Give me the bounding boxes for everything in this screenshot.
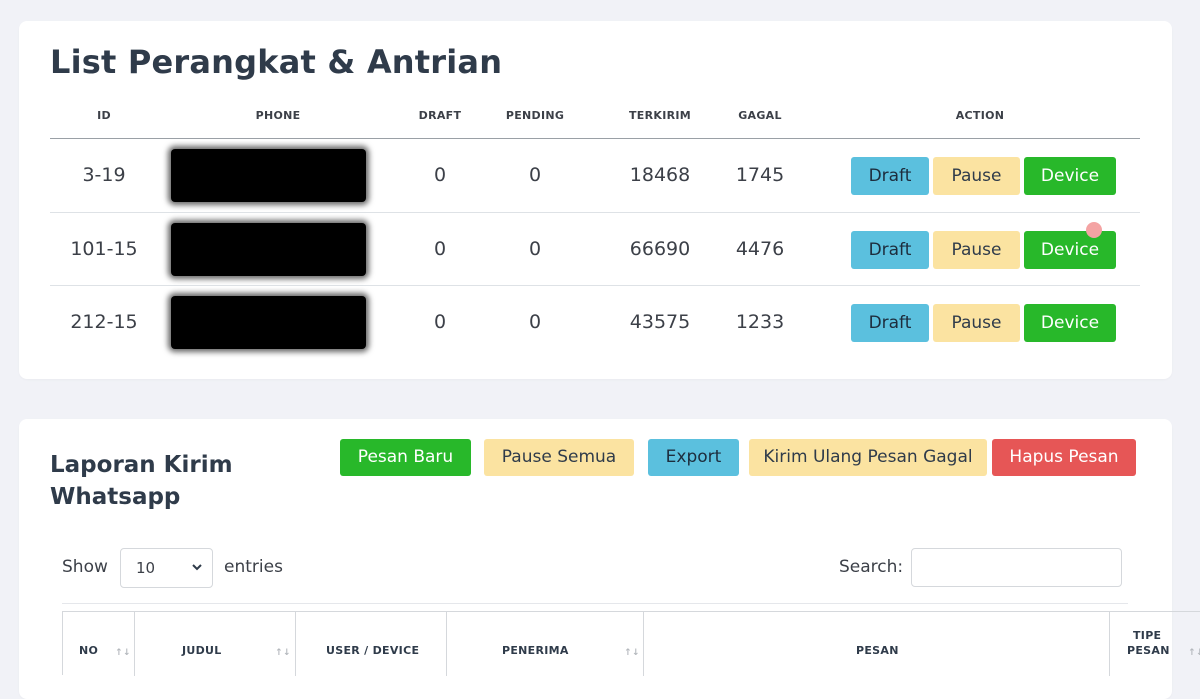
col-pesan-label: PESAN <box>856 644 899 657</box>
export-button[interactable]: Export <box>648 439 739 476</box>
col-gagal: GAGAL <box>738 109 782 122</box>
pause-button[interactable]: Pause <box>933 230 1020 269</box>
device-button[interactable]: Device <box>1024 230 1116 269</box>
sort-icon: ↑↓ <box>1188 648 1200 658</box>
delete-messages-button[interactable]: Hapus Pesan <box>992 439 1136 476</box>
table-row: 212-15 0 0 43575 1233 Draft Pause Device <box>50 286 1140 360</box>
failed-count: 1745 <box>735 164 785 186</box>
draft-count: 0 <box>433 311 447 333</box>
col-id: ID <box>97 109 111 122</box>
report-title: Laporan Kirim Whatsapp <box>50 452 233 510</box>
pause-button[interactable]: Pause <box>933 157 1020 195</box>
resend-failed-button[interactable]: Kirim Ulang Pesan Gagal <box>749 439 987 476</box>
col-tipe-label: TIPE <box>1133 629 1162 642</box>
show-label: Show <box>62 557 108 577</box>
device-id: 3-19 <box>82 164 126 186</box>
table-row: 101-15 0 0 66690 4476 Draft Pause Device <box>50 213 1140 286</box>
col-penerima[interactable]: PENERIMA ↑↓ <box>447 612 644 676</box>
report-table-header: NO ↑↓ JUDUL ↑↓ USER / DEVICE PENERIMA ↑↓… <box>62 611 1200 676</box>
col-action: ACTION <box>955 109 1005 122</box>
pending-count: 0 <box>528 164 542 186</box>
col-judul-label: JUDUL <box>182 644 222 657</box>
search-input[interactable] <box>911 548 1122 587</box>
col-no[interactable]: NO ↑↓ <box>63 612 135 676</box>
col-no-label: NO <box>79 644 99 657</box>
pending-count: 0 <box>528 237 542 260</box>
phone-redacted <box>171 222 366 276</box>
draft-count: 0 <box>433 237 447 260</box>
col-draft: DRAFT <box>418 109 462 122</box>
device-button[interactable]: Device <box>1024 157 1116 195</box>
notification-badge <box>1086 222 1102 238</box>
draft-button[interactable]: Draft <box>851 304 929 342</box>
pause-all-button[interactable]: Pause Semua <box>484 439 634 476</box>
col-tipe-pesan-label: PESAN <box>1127 644 1170 657</box>
chevron-down-icon <box>191 549 203 602</box>
report-card: Laporan Kirim Whatsapp Pesan Baru Pause … <box>19 419 1200 699</box>
col-tipe-pesan[interactable]: TIPE PESAN ↑↓ <box>1110 612 1200 676</box>
phone-redacted <box>171 149 366 202</box>
col-phone: PHONE <box>255 109 301 122</box>
draft-count: 0 <box>433 164 447 186</box>
device-id: 212-15 <box>70 311 138 333</box>
entries-label: entries <box>224 557 283 577</box>
col-penerima-label: PENERIMA <box>502 644 569 657</box>
col-user-device-label: USER / DEVICE <box>326 644 420 657</box>
entries-select-value: 10 <box>136 559 156 577</box>
sort-icon: ↑↓ <box>624 648 640 658</box>
table-row: 3-19 0 0 18468 1745 Draft Pause Device <box>50 139 1140 213</box>
new-message-button[interactable]: Pesan Baru <box>340 439 471 476</box>
col-pesan[interactable]: PESAN <box>644 612 1110 676</box>
draft-button[interactable]: Draft <box>851 230 929 269</box>
draft-button[interactable]: Draft <box>851 157 929 195</box>
devices-table: ID PHONE DRAFT PENDING TERKIRIM GAGAL AC… <box>50 101 1140 360</box>
sort-icon: ↑↓ <box>275 648 291 658</box>
phone-redacted <box>171 296 366 349</box>
devices-card-title: List Perangkat & Antrian <box>50 43 503 81</box>
devices-table-header: ID PHONE DRAFT PENDING TERKIRIM GAGAL AC… <box>50 101 1140 139</box>
sent-count: 66690 <box>629 237 691 260</box>
divider <box>62 603 1128 604</box>
sort-icon: ↑↓ <box>115 648 131 658</box>
failed-count: 1233 <box>735 311 785 333</box>
device-button[interactable]: Device <box>1024 304 1116 342</box>
col-terkirim: TERKIRIM <box>628 109 691 122</box>
col-pending: PENDING <box>505 109 565 122</box>
sent-count: 43575 <box>629 311 691 333</box>
failed-count: 4476 <box>735 237 785 260</box>
search-label: Search: <box>839 557 904 577</box>
entries-select[interactable]: 10 <box>120 548 213 588</box>
col-user-device[interactable]: USER / DEVICE <box>296 612 447 676</box>
pending-count: 0 <box>528 311 542 333</box>
devices-card: List Perangkat & Antrian ID PHONE DRAFT … <box>19 21 1172 379</box>
pause-button[interactable]: Pause <box>933 304 1020 342</box>
device-id: 101-15 <box>70 237 138 260</box>
sent-count: 18468 <box>629 164 691 186</box>
col-judul[interactable]: JUDUL ↑↓ <box>135 612 296 676</box>
